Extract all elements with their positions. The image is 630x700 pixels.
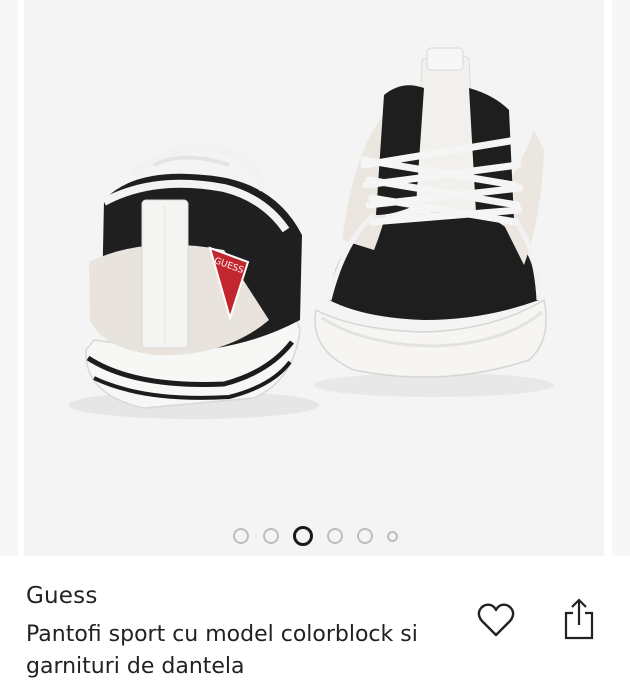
- pagination-dot-6[interactable]: [386, 530, 398, 542]
- product-gallery[interactable]: GUESS: [0, 0, 630, 556]
- share-icon: [564, 598, 594, 640]
- heart-icon: [477, 603, 515, 637]
- product-brand[interactable]: Guess: [26, 583, 98, 609]
- gallery-pagination[interactable]: [0, 525, 630, 547]
- prev-image-peek: [0, 0, 18, 556]
- pagination-dot-5[interactable]: [356, 528, 373, 544]
- favorite-button[interactable]: [474, 600, 518, 640]
- pagination-dot-1[interactable]: [232, 528, 249, 544]
- share-button[interactable]: [558, 596, 600, 642]
- next-image-peek: [612, 0, 630, 556]
- product-info: Guess Pantofi sport cu model colorblock …: [0, 556, 630, 700]
- product-image[interactable]: GUESS: [24, 0, 604, 556]
- product-page: GUESS Guess Pantofi sport cu model color…: [0, 0, 630, 700]
- pagination-dot-2[interactable]: [262, 528, 279, 544]
- pagination-dot-4[interactable]: [326, 528, 343, 544]
- product-title: Pantofi sport cu model colorblock si gar…: [26, 622, 418, 679]
- pagination-dot-3-active[interactable]: [292, 526, 313, 546]
